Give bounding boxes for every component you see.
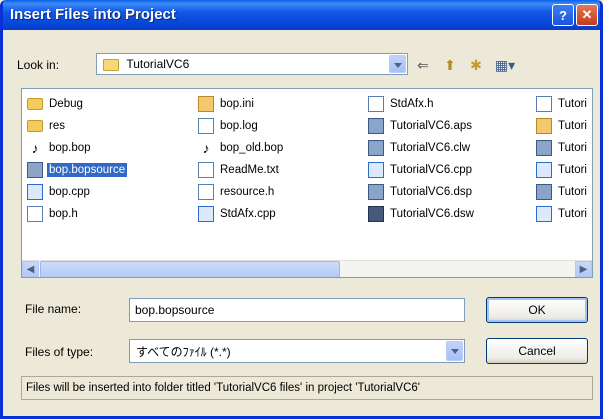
close-icon: ✕ [581, 7, 593, 22]
file-column-4: Tutori Tutori Tutori Tutori Tutori Tutor… [536, 93, 589, 225]
list-item[interactable]: TutorialVC6.clw [368, 137, 476, 159]
views-icon: ▦▾ [494, 57, 516, 73]
doc-icon [198, 162, 214, 178]
chevron-left-icon: ◀ [26, 264, 35, 275]
list-item[interactable]: ReadMe.txt [198, 159, 285, 181]
folder-icon [27, 98, 43, 110]
list-item[interactable]: Tutori [536, 93, 589, 115]
doc-icon [198, 118, 214, 134]
title-bar[interactable]: Insert Files into Project ? ✕ [3, 0, 600, 30]
grid-icon [536, 184, 552, 200]
grid-icon [368, 140, 384, 156]
help-icon: ? [559, 7, 567, 23]
file-name-label: File name: [25, 302, 82, 316]
status-message: Files will be inserted into folder title… [21, 376, 593, 400]
back-button[interactable]: ⇐ [413, 54, 433, 76]
up-folder-icon: ⬆ [444, 57, 456, 73]
note-icon: ♪ [202, 140, 210, 156]
cancel-button[interactable]: Cancel [486, 338, 588, 364]
list-item[interactable]: bop.log [198, 115, 285, 137]
cpp-icon [536, 162, 552, 178]
list-item[interactable]: res [27, 115, 127, 137]
grid-icon [368, 184, 384, 200]
file-list[interactable]: Debug res ♪ bop.bop bop.bopsource bop.cpp… [21, 88, 593, 278]
list-item[interactable]: Tutori [536, 137, 589, 159]
list-item[interactable]: bop.h [27, 203, 127, 225]
insert-files-dialog: Insert Files into Project ? ✕ Look in: T… [0, 0, 603, 419]
back-arrow-icon: ⇐ [417, 57, 429, 73]
horizontal-scrollbar[interactable]: ◀ ▶ [22, 260, 592, 277]
help-button[interactable]: ? [552, 4, 574, 26]
note-icon: ♪ [31, 140, 39, 156]
up-folder-button[interactable]: ⬆ [439, 54, 461, 76]
cpp-icon [536, 206, 552, 222]
list-item[interactable]: Tutori [536, 115, 589, 137]
file-type-label: Files of type: [25, 345, 94, 359]
new-folder-button[interactable]: ✱ [465, 54, 487, 76]
list-item[interactable]: StdAfx.h [368, 93, 476, 115]
grid-icon [27, 162, 43, 178]
scroll-thumb[interactable] [40, 261, 340, 277]
look-in-dropdown[interactable]: TutorialVC6 [96, 53, 408, 75]
cpp-icon [368, 162, 384, 178]
list-item[interactable]: StdAfx.cpp [198, 203, 285, 225]
ini-icon [198, 96, 214, 112]
grid-icon [368, 118, 384, 134]
folder-icon [103, 58, 119, 71]
file-type-dropdown[interactable]: すべてのﾌｧｲﾙ (*.*) [129, 339, 465, 363]
views-menu-button[interactable]: ▦▾ [491, 54, 519, 76]
look-in-label: Look in: [17, 58, 60, 72]
list-item[interactable]: TutorialVC6.dsw [368, 203, 476, 225]
doc-icon [536, 96, 552, 112]
list-item[interactable]: bop.ini [198, 93, 285, 115]
list-item[interactable]: resource.h [198, 181, 285, 203]
chevron-right-icon: ▶ [579, 264, 588, 275]
look-in-value: TutorialVC6 [126, 57, 190, 71]
doc-icon [368, 96, 384, 112]
doc-icon [27, 206, 43, 222]
scroll-left-button[interactable]: ◀ [22, 261, 39, 277]
list-item-selected[interactable]: bop.bopsource [27, 159, 128, 181]
list-item[interactable]: TutorialVC6.cpp [368, 159, 476, 181]
list-item[interactable]: bop.cpp [27, 181, 127, 203]
list-item[interactable]: Debug [27, 93, 127, 115]
chevron-down-icon[interactable] [446, 341, 463, 361]
file-column-1: Debug res ♪ bop.bop bop.bopsource bop.cpp… [27, 93, 128, 225]
window-title: Insert Files into Project [10, 6, 176, 23]
doc-icon [198, 184, 214, 200]
list-item[interactable]: Tutori [536, 159, 589, 181]
grid-icon [536, 140, 552, 156]
folder-icon [27, 120, 43, 132]
file-column-3: StdAfx.h TutorialVC6.aps TutorialVC6.clw… [368, 93, 476, 225]
file-column-2: bop.ini bop.log ♪ bop_old.bop ReadMe.txt … [198, 93, 285, 225]
list-item[interactable]: ♪ bop.bop [27, 137, 127, 159]
scroll-right-button[interactable]: ▶ [575, 261, 592, 277]
list-item[interactable]: Tutori [536, 203, 589, 225]
new-folder-icon: ✱ [470, 57, 482, 73]
chevron-down-icon[interactable] [389, 55, 406, 73]
list-item[interactable]: TutorialVC6.aps [368, 115, 476, 137]
cpp-icon [27, 184, 43, 200]
sln-icon [368, 206, 384, 222]
file-name-input[interactable]: bop.bopsource [129, 298, 465, 322]
close-button[interactable]: ✕ [576, 4, 598, 26]
cpp-icon [198, 206, 214, 222]
ini-icon [536, 118, 552, 134]
ok-button[interactable]: OK [486, 297, 588, 323]
list-item[interactable]: Tutori [536, 181, 589, 203]
list-item[interactable]: TutorialVC6.dsp [368, 181, 476, 203]
list-item[interactable]: ♪ bop_old.bop [198, 137, 285, 159]
